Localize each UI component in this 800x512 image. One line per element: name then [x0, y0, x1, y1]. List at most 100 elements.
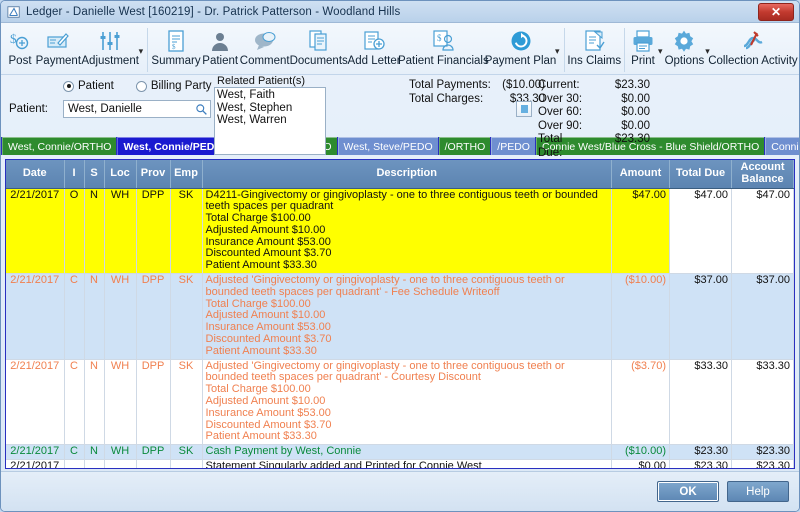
ledger-tab-strip: West, Connie/ORTHO West, Connie/PEDO Wes… — [1, 137, 799, 155]
main-toolbar: $ Post Payment Adjustment ▾ $ Summary Pa… — [1, 23, 799, 75]
adjustment-sliders-icon — [98, 27, 122, 54]
cell-description: Adjusted 'Gingivectomy or gingivoplasty … — [202, 359, 612, 446]
column-header-s[interactable]: S — [84, 160, 105, 189]
radio-billing-party-dot — [135, 80, 147, 92]
cell-loc — [104, 459, 137, 468]
patient-person-icon — [208, 27, 232, 54]
patient-button[interactable]: Patient — [201, 26, 240, 67]
total-charges-label: Total Charges: — [409, 92, 484, 105]
patient-input[interactable]: West, Danielle — [63, 100, 211, 118]
tab-ortho[interactable]: /ORTHO — [438, 137, 491, 155]
adjustment-label: Adjustment — [81, 55, 139, 67]
svg-text:$: $ — [437, 33, 442, 43]
list-item[interactable]: West, Warren — [217, 114, 323, 127]
add-letter-button[interactable]: Add Letter — [347, 26, 401, 67]
table-row[interactable]: 2/21/2017 Statement Singularly added and… — [6, 459, 794, 468]
cell-emp — [170, 459, 203, 468]
table-row[interactable]: 2/21/2017 C N WH DPP SK Adjusted 'Gingiv… — [6, 359, 794, 446]
cell-emp: SK — [170, 359, 203, 446]
table-row[interactable]: 2/21/2017 O N WH DPP SK D4211-Gingivecto… — [6, 188, 794, 275]
column-header-account-balance[interactable]: Account Balance — [731, 160, 794, 189]
ok-button[interactable]: OK — [657, 481, 719, 502]
payment-check-icon — [46, 27, 70, 54]
over90-value: $0.00 — [621, 119, 650, 132]
ledger-table: Date I S Loc Prov Emp Description Amount… — [6, 160, 794, 468]
tab-connie-west-bcbs-pedo[interactable]: Connie West/Blue Cross - Blue Shield/PED… — [765, 137, 799, 155]
list-item[interactable]: West, Faith — [217, 89, 323, 102]
print-button[interactable]: Print — [628, 26, 658, 67]
column-header-emp[interactable]: Emp — [170, 160, 203, 189]
toolbar-separator-1 — [147, 28, 149, 72]
help-button[interactable]: Help — [727, 481, 789, 502]
comment-bubble-icon — [253, 27, 277, 54]
total-payments-row: Total Payments: ($10.00) — [409, 79, 545, 93]
cell-total-due: $47.00 — [669, 188, 732, 275]
patient-input-value: West, Danielle — [68, 103, 142, 115]
radio-billing-party[interactable]: Billing Party — [135, 80, 212, 92]
patient-financials-button[interactable]: $ Patient Financials — [398, 26, 489, 67]
over30-value: $0.00 — [621, 92, 650, 105]
description-main: Adjusted 'Gingivectomy or gingivoplasty … — [205, 274, 565, 298]
over90-row: Over 90: $0.00 — [538, 120, 650, 134]
collection-activity-button[interactable]: Collection Activity — [708, 26, 798, 67]
current-value: $23.30 — [614, 79, 650, 91]
cell-s — [84, 459, 105, 468]
tab-west-steve-pedo[interactable]: West, Steve/PEDO — [337, 137, 438, 155]
tab-pedo[interactable]: /PEDO — [491, 137, 535, 155]
cell-prov: DPP — [136, 273, 171, 360]
printer-icon — [631, 27, 655, 54]
over30-label: Over 30: — [538, 92, 583, 105]
comment-button[interactable]: Comment — [239, 26, 290, 67]
aging-detail-button[interactable] — [516, 101, 532, 117]
cell-total-due: $33.30 — [669, 359, 732, 446]
column-header-prov[interactable]: Prov — [136, 160, 171, 189]
column-header-date[interactable]: Date — [6, 160, 65, 189]
column-header-loc[interactable]: Loc — [104, 160, 137, 189]
adjustment-button[interactable]: Adjustment — [81, 26, 139, 67]
summary-button[interactable]: $ Summary — [151, 26, 201, 67]
cell-amount: $0.00 — [611, 459, 670, 468]
cell-prov — [136, 459, 171, 468]
post-button[interactable]: $ Post — [5, 26, 35, 68]
tab-west-connie-ortho[interactable]: West, Connie/ORTHO — [2, 137, 117, 155]
list-item[interactable]: West, Stephen — [217, 102, 323, 115]
payment-plan-button[interactable]: Payment Plan — [485, 26, 556, 67]
column-header-amount[interactable]: Amount — [611, 160, 670, 189]
total-due-label: Total Due: — [538, 133, 563, 159]
over90-label: Over 90: — [538, 119, 583, 132]
close-button[interactable]: ✕ — [758, 2, 794, 21]
total-payments-label: Total Payments: — [409, 79, 491, 91]
add-letter-icon — [362, 27, 386, 54]
cell-loc: WH — [104, 273, 137, 360]
cell-loc: WH — [104, 359, 137, 446]
options-button[interactable]: Options — [664, 26, 706, 67]
table-row[interactable]: 2/21/2017 C N WH DPP SK Adjusted 'Gingiv… — [6, 273, 794, 360]
cell-prov: DPP — [136, 359, 171, 446]
cell-amount: ($10.00) — [611, 444, 670, 461]
adjustment-dropdown-arrow[interactable]: ▾ — [139, 47, 145, 74]
radio-patient[interactable]: Patient — [63, 80, 114, 92]
payment-plan-dropdown-arrow[interactable]: ▾ — [555, 47, 561, 74]
cell-description: D4211-Gingivectomy or gingivoplasty - on… — [202, 188, 612, 275]
cell-amount: ($3.70) — [611, 359, 670, 446]
column-header-i[interactable]: I — [64, 160, 85, 189]
description-detail: Patient Amount $33.30 — [205, 430, 317, 443]
cell-emp: SK — [170, 444, 203, 461]
table-row[interactable]: 2/21/2017 C N WH DPP SK Cash Payment by … — [6, 444, 794, 461]
column-header-description[interactable]: Description — [202, 160, 612, 189]
cell-date: 2/21/2017 — [6, 459, 65, 468]
patient-field-label: Patient: — [9, 103, 48, 115]
ins-claims-icon — [582, 27, 606, 54]
ins-claims-button[interactable]: Ins Claims — [567, 26, 621, 67]
column-header-total-due[interactable]: Total Due — [669, 160, 732, 189]
window-title: Ledger - Danielle West [160219] - Dr. Pa… — [26, 5, 401, 18]
tab-west-connie-pedo[interactable]: West, Connie/PEDO — [117, 137, 228, 155]
toolbar-separator-3 — [624, 28, 625, 72]
documents-button[interactable]: Documents — [290, 26, 348, 67]
patient-search-icon[interactable] — [194, 102, 209, 116]
cell-s: N — [84, 188, 105, 275]
description-detail: Insurance Amount $53.00 — [205, 406, 331, 419]
related-patients-list[interactable]: West, Faith West, Stephen West, Warren — [214, 87, 326, 155]
related-patients-box: Related Patient(s) West, Faith West, Ste… — [214, 75, 326, 155]
payment-button[interactable]: Payment — [35, 26, 82, 67]
